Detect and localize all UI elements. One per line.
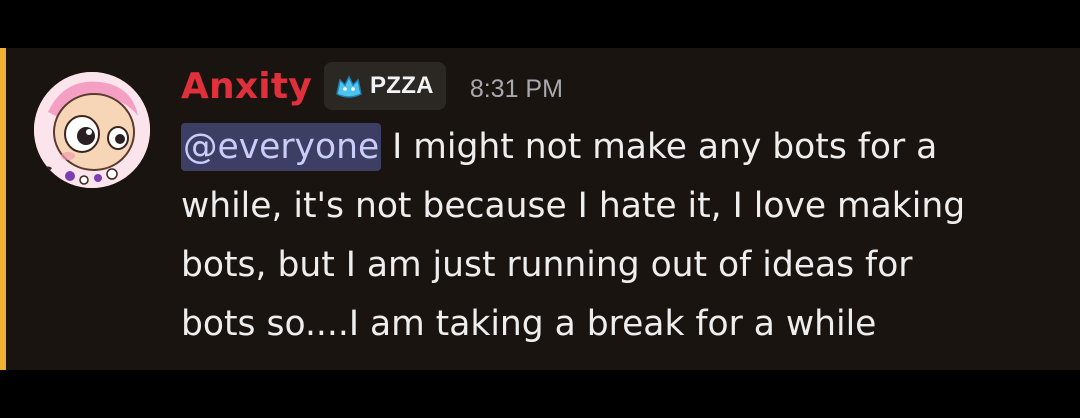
avatar[interactable] bbox=[34, 72, 150, 188]
everyone-mention[interactable]: @everyone bbox=[181, 123, 382, 171]
message: Anxity PZZA 8:31 PM @everyone I might no… bbox=[0, 48, 1080, 370]
mention-highlight-bar bbox=[0, 48, 6, 370]
blue-cat-icon bbox=[336, 75, 362, 98]
server-tag[interactable]: PZZA bbox=[323, 62, 446, 110]
server-tag-label: PZZA bbox=[369, 72, 434, 99]
timestamp: 8:31 PM bbox=[469, 74, 563, 103]
message-content: @everyone I might not make any bots for … bbox=[181, 118, 1061, 354]
author-name[interactable]: Anxity bbox=[181, 66, 312, 107]
message-header: Anxity PZZA 8:31 PM bbox=[181, 60, 563, 112]
avatar-image bbox=[34, 72, 150, 188]
